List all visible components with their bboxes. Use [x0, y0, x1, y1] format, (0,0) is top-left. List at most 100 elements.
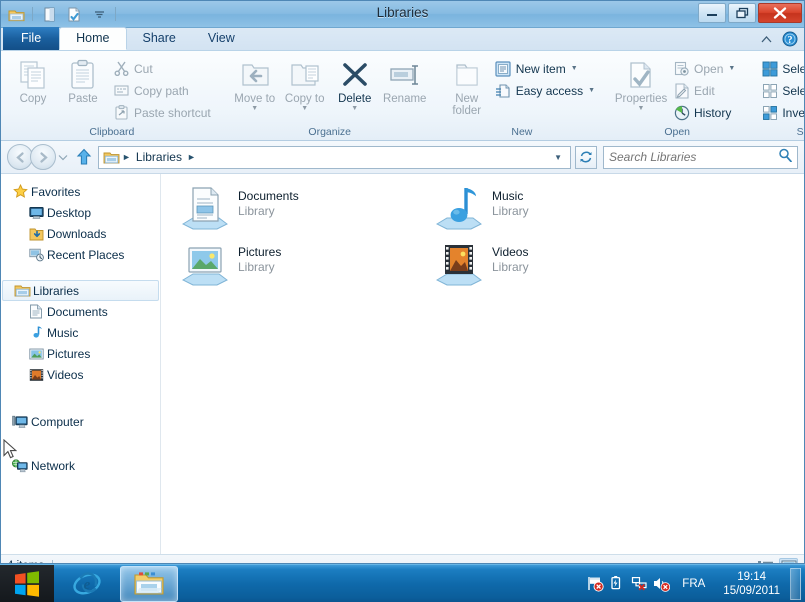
ribbon-group-select: Select all Select no: [747, 51, 805, 141]
select-all-button[interactable]: Select all: [756, 58, 804, 79]
new-item-chevron-down-icon[interactable]: ▼: [571, 65, 578, 72]
breadcrumb-item-libraries[interactable]: Libraries: [133, 150, 185, 164]
help-icon[interactable]: ?: [782, 31, 798, 47]
volume-muted-icon[interactable]: [650, 565, 672, 602]
sidebar-item-label: Downloads: [47, 226, 107, 241]
copy-button[interactable]: Copy: [8, 54, 58, 106]
windows-start-icon[interactable]: [0, 564, 54, 602]
paste-shortcut-button[interactable]: Paste shortcut: [108, 102, 216, 123]
show-desktop-button[interactable]: [790, 567, 801, 600]
up-button[interactable]: [72, 148, 96, 166]
new-item-button[interactable]: New item ▼: [490, 58, 600, 79]
refresh-button[interactable]: [575, 145, 597, 169]
file-explorer-icon[interactable]: [120, 565, 178, 602]
recent-places-icon: [25, 248, 47, 262]
language-indicator[interactable]: FRA: [672, 578, 715, 590]
title-bar: Libraries: [1, 1, 804, 28]
invert-selection-label: Invert selection: [782, 105, 805, 120]
list-item[interactable]: Documents Library: [175, 180, 405, 236]
list-item-subtitle: Library: [492, 204, 529, 218]
file-list[interactable]: Documents Library Music Library Pictures…: [161, 174, 804, 554]
battery-icon[interactable]: [606, 565, 628, 602]
sidebar-item-label: Videos: [47, 367, 84, 382]
edit-label: Edit: [694, 83, 715, 98]
clock[interactable]: 19:14 15/09/2011: [715, 570, 788, 598]
rename-button[interactable]: Rename: [380, 54, 430, 106]
downloads-icon: [25, 227, 47, 241]
sidebar-item-videos[interactable]: Videos: [1, 364, 160, 385]
tab-home[interactable]: Home: [59, 27, 127, 50]
ribbon-group-new: New folder New item ▼ Easy access ▼ New: [437, 51, 607, 141]
cut-button[interactable]: Cut: [108, 58, 216, 79]
sidebar-item-recent-places[interactable]: Recent Places: [1, 244, 160, 265]
sidebar-item-favorites[interactable]: Favorites: [1, 181, 160, 202]
open-label: Open: [694, 61, 724, 76]
search-input[interactable]: [609, 150, 778, 164]
list-item[interactable]: Videos Library: [429, 236, 659, 292]
properties-chevron-down-icon[interactable]: ▼: [638, 105, 645, 112]
sidebar-item-libraries[interactable]: Libraries: [2, 280, 159, 301]
group-label-new: New: [511, 126, 533, 138]
history-dropdown-icon[interactable]: [56, 154, 70, 161]
easy-access-chevron-down-icon[interactable]: ▼: [588, 87, 595, 94]
sidebar-item-downloads[interactable]: Downloads: [1, 223, 160, 244]
properties-button[interactable]: Properties ▼: [614, 54, 668, 113]
select-none-button[interactable]: Select none: [756, 80, 804, 101]
search-icon[interactable]: [778, 148, 792, 167]
breadcrumb-separator-root[interactable]: ►: [120, 152, 133, 162]
sidebar-item-pictures[interactable]: Pictures: [1, 343, 160, 364]
sidebar-item-music[interactable]: Music: [1, 322, 160, 343]
edit-button[interactable]: Edit: [668, 80, 740, 101]
open-icon: [673, 60, 690, 77]
group-label-select: Select: [796, 126, 804, 138]
search-box[interactable]: [603, 145, 798, 169]
delete-button[interactable]: Delete ▼: [330, 54, 380, 113]
network-icon[interactable]: [628, 565, 650, 602]
sidebar-item-label: Music: [47, 325, 79, 340]
copy-to-icon: [289, 58, 321, 92]
group-label-clipboard: Clipboard: [89, 126, 135, 138]
move-to-button[interactable]: Move to ▼: [230, 54, 280, 113]
internet-explorer-icon[interactable]: e: [58, 566, 116, 602]
tab-file[interactable]: File: [3, 27, 60, 50]
sidebar-item-documents[interactable]: Documents: [1, 301, 160, 322]
properties-icon: [627, 58, 655, 92]
collapse-ribbon-icon[interactable]: [758, 31, 774, 47]
address-dropdown-icon[interactable]: ▼: [549, 153, 567, 162]
screen: Libraries File Home Share View ? Copy Pa…: [0, 0, 805, 602]
easy-access-button[interactable]: Easy access ▼: [490, 80, 600, 101]
copy-to-button[interactable]: Copy to ▼: [280, 54, 330, 113]
sidebar-item-computer[interactable]: Computer: [1, 411, 160, 432]
copy-path-button[interactable]: Copy path: [108, 80, 216, 101]
delete-chevron-down-icon[interactable]: ▼: [351, 105, 358, 112]
paste-button[interactable]: Paste: [58, 54, 108, 106]
new-folder-button[interactable]: New folder: [444, 54, 490, 118]
forward-button[interactable]: [30, 144, 56, 170]
easy-access-label: Easy access: [515, 83, 584, 98]
open-button[interactable]: Open ▼: [668, 58, 740, 79]
list-item[interactable]: Pictures Library: [175, 236, 405, 292]
sidebar-item-desktop[interactable]: Desktop: [1, 202, 160, 223]
action-center-flag-icon[interactable]: [584, 565, 606, 602]
invert-selection-button[interactable]: Invert selection: [756, 102, 805, 123]
list-item[interactable]: Music Library: [429, 180, 659, 236]
cut-icon: [113, 60, 130, 77]
close-button[interactable]: [758, 3, 802, 23]
rename-label: Rename: [382, 93, 427, 105]
music-icon: [25, 325, 47, 340]
select-none-label: Select none: [782, 83, 804, 98]
tab-share[interactable]: Share: [127, 27, 192, 50]
copy-to-chevron-down-icon[interactable]: ▼: [301, 105, 308, 112]
sidebar-item-network[interactable]: Network: [1, 455, 160, 476]
open-chevron-down-icon[interactable]: ▼: [728, 65, 735, 72]
history-button[interactable]: History: [668, 102, 740, 123]
breadcrumb[interactable]: ► Libraries ► ▼: [98, 145, 571, 169]
minimize-button[interactable]: [698, 3, 726, 23]
paste-label: Paste: [68, 93, 98, 105]
move-to-chevron-down-icon[interactable]: ▼: [251, 105, 258, 112]
list-item-subtitle: Library: [492, 260, 529, 274]
breadcrumb-separator-1[interactable]: ►: [185, 152, 198, 162]
restore-button[interactable]: [728, 3, 756, 23]
tab-view[interactable]: View: [192, 27, 251, 50]
list-item-text: Music Library: [486, 183, 529, 219]
